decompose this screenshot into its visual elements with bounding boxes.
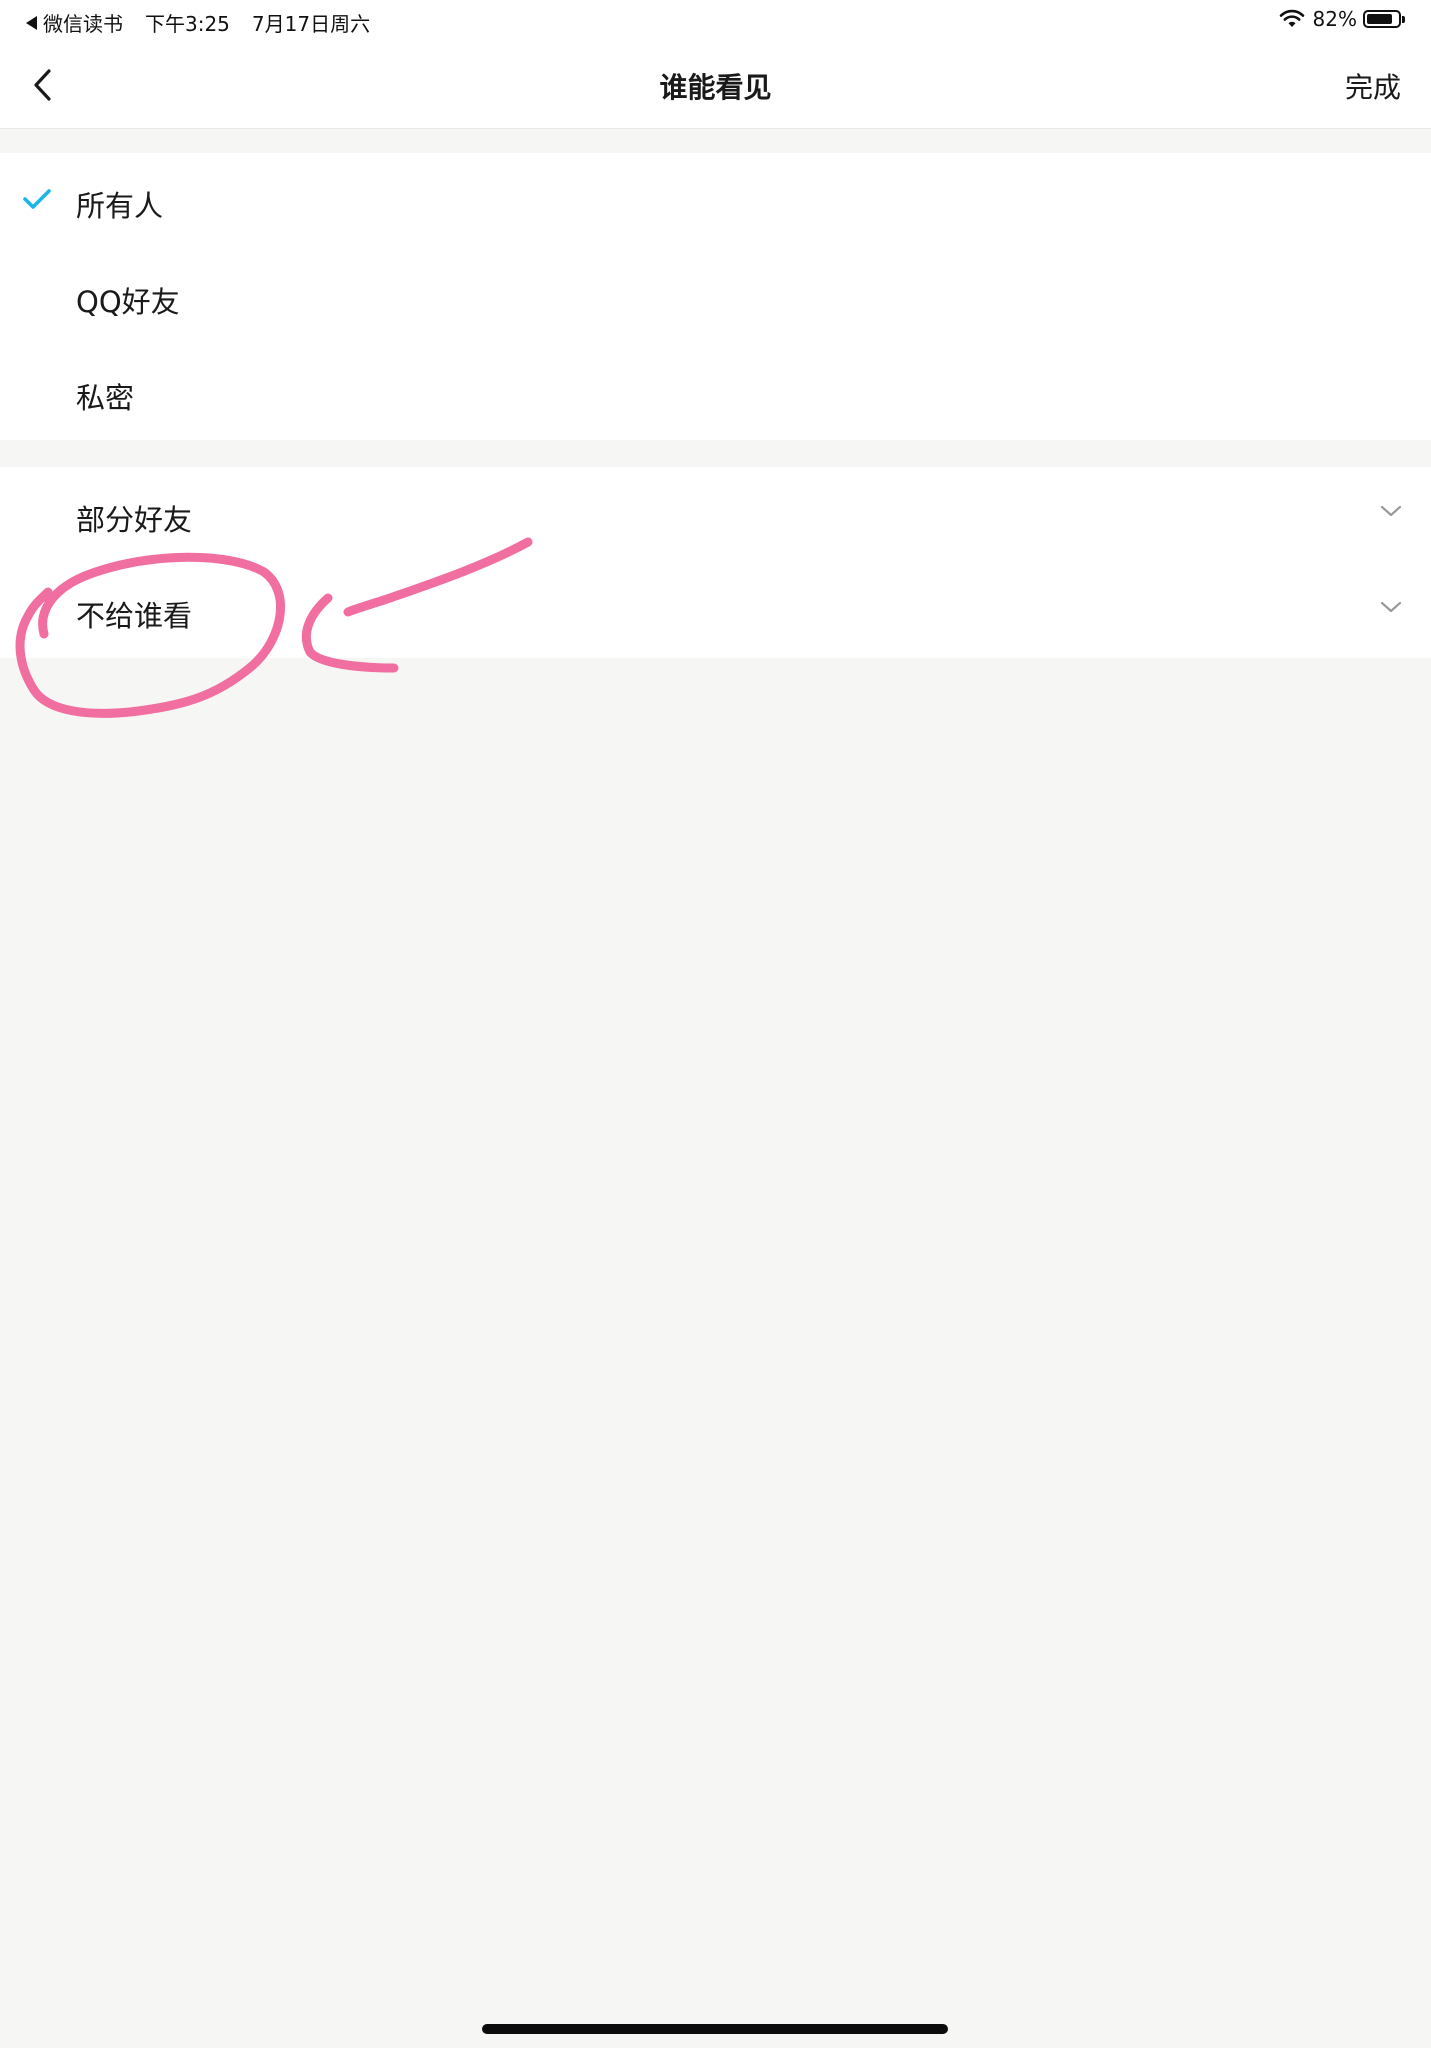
battery-icon: [1363, 10, 1401, 28]
back-to-app-link[interactable]: 微信读书: [26, 8, 123, 37]
status-time: 下午3:25: [145, 12, 230, 36]
option-label: 私密: [76, 381, 135, 415]
navigation-bar: 谁能看见 完成: [0, 42, 1431, 129]
chevron-down-icon: [1380, 601, 1402, 613]
chevron-down-icon: [1380, 505, 1402, 517]
status-date: 7月17日周六: [251, 12, 371, 36]
option-label: 不给谁看: [76, 599, 193, 633]
status-bar: 微信读书 下午3:25 7月17日周六 82%: [0, 0, 1431, 42]
friend-filter-group: 部分好友 不给谁看: [0, 467, 1431, 658]
page-title: 谁能看见: [659, 71, 772, 104]
wifi-icon: [1279, 9, 1304, 27]
option-label: 所有人: [76, 189, 164, 223]
option-qq-friends[interactable]: QQ好友: [0, 249, 1431, 345]
battery-cap: [1402, 15, 1405, 23]
option-label: QQ好友: [76, 285, 180, 319]
option-private[interactable]: 私密: [0, 345, 1431, 441]
done-button[interactable]: 完成: [1345, 66, 1401, 106]
option-everyone[interactable]: 所有人: [0, 153, 1431, 249]
option-hide-from[interactable]: 不给谁看: [0, 563, 1431, 659]
option-label: 部分好友: [76, 503, 193, 537]
home-indicator[interactable]: [482, 2024, 948, 2034]
visibility-options-group: 所有人 QQ好友 私密: [0, 153, 1431, 440]
option-some-friends[interactable]: 部分好友: [0, 467, 1431, 563]
battery-percent: 82%: [1312, 7, 1357, 31]
battery-level-fill: [1367, 14, 1392, 24]
back-triangle-icon: [26, 15, 37, 30]
checkmark-icon: [23, 189, 51, 209]
back-app-label: 微信读书: [43, 12, 123, 36]
